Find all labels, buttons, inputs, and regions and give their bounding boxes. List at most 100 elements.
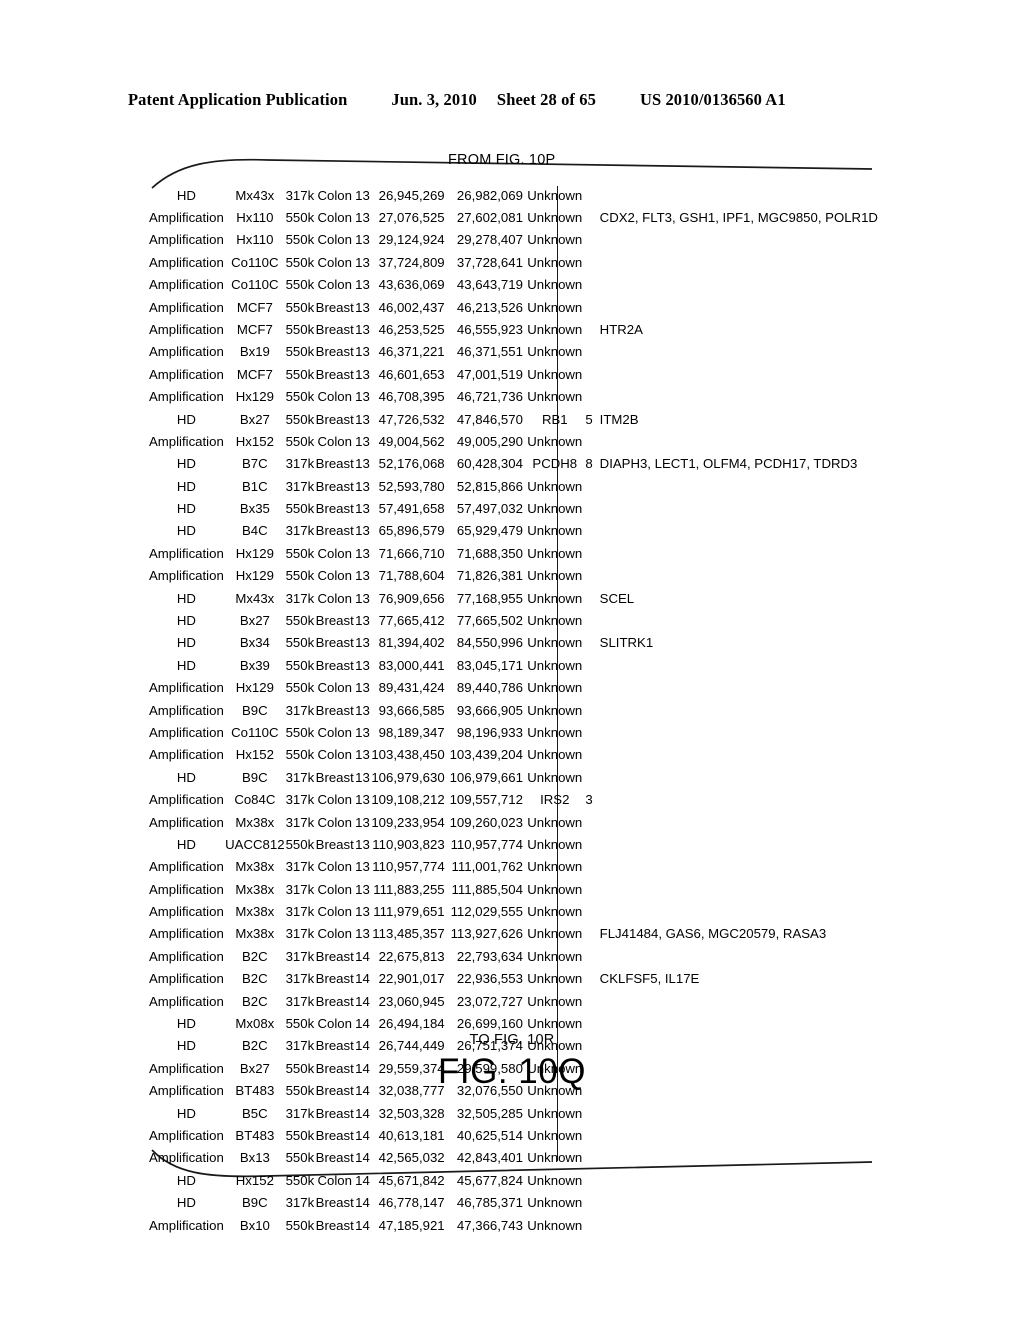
- figure-caption: FIG. 10Q: [438, 1052, 586, 1091]
- cell-chr: 13: [355, 904, 370, 920]
- cell-array: 550k: [285, 836, 315, 852]
- cell-count: [584, 990, 593, 1012]
- cell-tissue: Colon: [317, 209, 352, 225]
- cell-tissue: Colon: [317, 389, 352, 405]
- cell-start: 111,883,255: [373, 881, 445, 897]
- cell-start: 106,979,630: [371, 769, 445, 785]
- cell-gene: Unknown: [527, 299, 583, 315]
- cell-array: 550k: [285, 613, 315, 629]
- cell-type: Amplification: [149, 904, 224, 920]
- cell-genes: [594, 430, 878, 452]
- cell-tissue: Breast: [315, 702, 354, 718]
- cell-type: HD: [176, 187, 196, 203]
- cell-chr: 13: [355, 366, 370, 382]
- cell-genes: [594, 1192, 878, 1214]
- cell-gene: Unknown: [527, 389, 583, 405]
- from-figure-label: FROM FIG. 10P: [448, 152, 556, 168]
- cell-array: 550k: [285, 344, 315, 360]
- cell-chr: 13: [355, 501, 370, 517]
- cell-count: [584, 654, 593, 676]
- cell-chr: 13: [355, 657, 370, 673]
- table-row: Amplification Hx110 550k Colon 13 27,076,525 2…: [148, 206, 878, 228]
- cell-sample: MCF7: [236, 366, 273, 382]
- cell-sample: MCF7: [236, 321, 273, 337]
- cell-sample: Mx38x: [235, 814, 275, 830]
- cell-gene: Unknown: [527, 209, 583, 225]
- table-row: Amplification Co84C 317k Colon 13 109,108,212…: [148, 789, 878, 811]
- cell-chr: 13: [355, 545, 370, 561]
- cell-start: 29,124,924: [378, 232, 445, 248]
- cell-genes: HTR2A: [599, 321, 643, 337]
- cell-count: [584, 363, 593, 385]
- cell-type: Amplification: [149, 254, 224, 270]
- cell-genes: [594, 833, 878, 855]
- cell-end: 37,728,641: [456, 254, 523, 270]
- cell-array: 550k: [285, 366, 315, 382]
- cell-gene: Unknown: [527, 1195, 583, 1211]
- cell-type: Amplification: [149, 209, 224, 225]
- cell-count: [584, 1214, 593, 1236]
- cell-genes: FLJ41484, GAS6, MGC20579, RASA3: [599, 926, 827, 942]
- cell-type: HD: [176, 769, 196, 785]
- cell-genes: [594, 990, 878, 1012]
- cell-end: 93,666,905: [456, 702, 523, 718]
- cell-tissue: Breast: [315, 321, 354, 337]
- table-row: Amplification Co110C 550k Colon 13 37,724,809…: [148, 251, 878, 273]
- cell-genes: [594, 1147, 878, 1169]
- cell-end: 109,557,712: [449, 792, 523, 808]
- cell-type: HD: [176, 590, 196, 606]
- cell-tissue: Colon: [317, 680, 352, 696]
- cell-gene: Unknown: [527, 1217, 583, 1233]
- cell-start: 46,601,653: [378, 366, 445, 382]
- cell-gene: Unknown: [527, 635, 583, 651]
- cell-start: 110,903,823: [372, 836, 445, 852]
- cell-tissue: Breast: [315, 411, 354, 427]
- table-row: Amplification B2C 317k Breast 14 22,901,017 22…: [148, 968, 878, 990]
- cell-start: 46,371,221: [378, 344, 445, 360]
- table-row: Amplification MCF7 550k Breast 13 46,253,525 4…: [148, 318, 878, 340]
- cell-chr: 13: [355, 254, 370, 270]
- table-row: Amplification B9C 317k Breast 13 93,666,585 93…: [148, 699, 878, 721]
- cell-tissue: Breast: [315, 1150, 354, 1166]
- cell-gene: Unknown: [527, 1150, 583, 1166]
- cell-tissue: Breast: [315, 478, 354, 494]
- cell-tissue: Breast: [315, 1105, 354, 1121]
- cell-sample: Co84C: [234, 792, 276, 808]
- cell-chr: 13: [355, 613, 370, 629]
- cell-tissue: Colon: [317, 433, 352, 449]
- cell-start: 110,957,774: [372, 859, 445, 875]
- cell-tissue: Colon: [317, 724, 352, 740]
- cell-count: 3: [585, 792, 593, 808]
- cell-array: 317k: [285, 926, 315, 942]
- cell-start: 47,185,921: [378, 1217, 445, 1233]
- cell-end: 57,497,032: [456, 501, 523, 517]
- cell-gene: IRS2: [540, 792, 570, 808]
- cell-chr: 13: [355, 344, 370, 360]
- cell-sample: Bx13: [239, 1150, 270, 1166]
- cell-sample: MCF7: [236, 299, 273, 315]
- cell-genes: [594, 1124, 878, 1146]
- table-row: Amplification Hx129 550k Colon 13 89,431,424 8…: [148, 677, 878, 699]
- cell-gene: Unknown: [527, 948, 583, 964]
- table-row: HD Mx43x 317k Colon 13 76,909,656 77,168,955 Un…: [148, 587, 878, 609]
- cell-end: 46,555,923: [456, 321, 523, 337]
- cell-genes: [594, 811, 878, 833]
- to-figure-label: TO FIG. 10R: [469, 1032, 555, 1048]
- cell-count: [584, 968, 593, 990]
- cell-tissue: Breast: [315, 613, 354, 629]
- cell-sample: Co110C: [231, 254, 279, 270]
- cell-end: 60,428,304: [456, 456, 523, 472]
- cell-tissue: Colon: [317, 187, 352, 203]
- cell-end: 46,371,551: [456, 344, 523, 360]
- cell-type: Amplification: [149, 792, 224, 808]
- cell-gene: Unknown: [527, 344, 583, 360]
- cell-tissue: Colon: [317, 568, 352, 584]
- cell-array: 550k: [285, 389, 315, 405]
- cell-count: [584, 609, 593, 631]
- cell-start: 43,636,069: [378, 277, 445, 293]
- cell-chr: 14: [355, 1195, 370, 1211]
- cell-chr: 13: [355, 389, 370, 405]
- cell-type: Amplification: [149, 747, 224, 763]
- cell-sample: Mx43x: [235, 590, 275, 606]
- cell-count: 8: [585, 456, 593, 472]
